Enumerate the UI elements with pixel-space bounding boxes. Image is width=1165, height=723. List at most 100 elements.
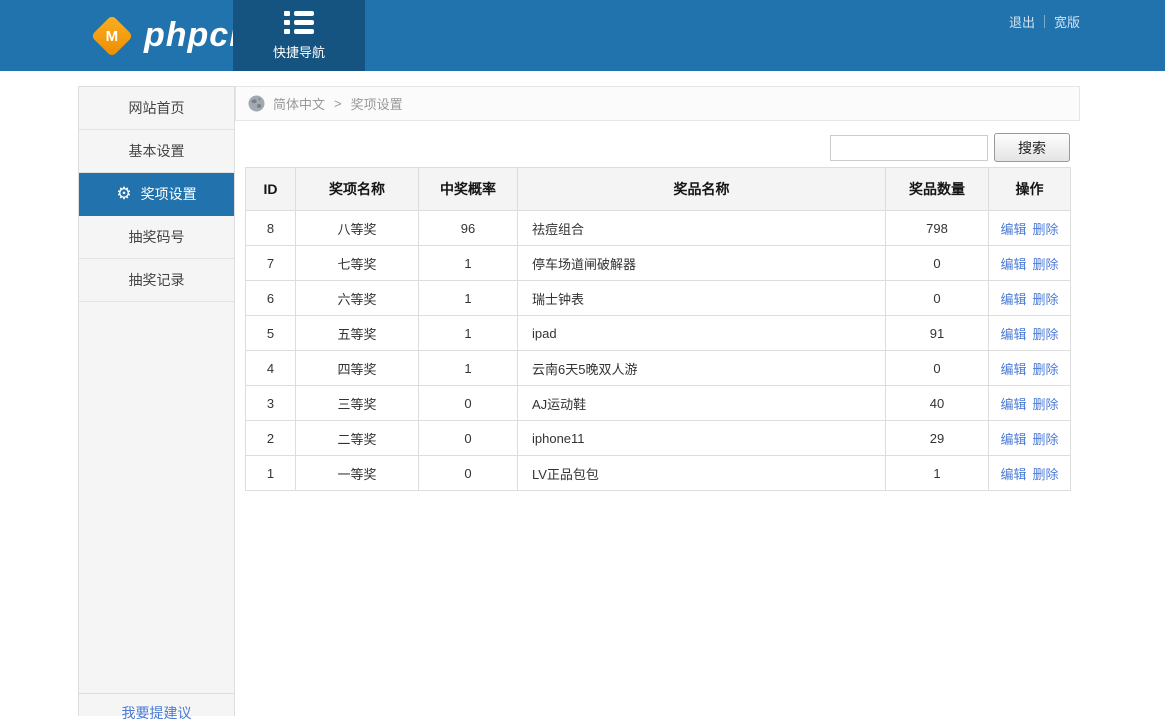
breadcrumb-page: 奖项设置 bbox=[351, 94, 403, 113]
sidebar-item-label: 抽奖码号 bbox=[129, 227, 185, 247]
cell-prize-name: 一等奖 bbox=[296, 456, 419, 491]
table-row: 8八等奖96祛痘组合798编辑删除 bbox=[246, 211, 1071, 246]
edit-link[interactable]: 编辑 bbox=[1000, 397, 1026, 412]
wide-version-link[interactable]: 宽版 bbox=[1054, 12, 1080, 31]
cell-id: 6 bbox=[246, 281, 296, 316]
cell-product-name: 云南6天5晚双人游 bbox=[518, 351, 886, 386]
cell-id: 7 bbox=[246, 246, 296, 281]
cell-quantity: 798 bbox=[886, 211, 989, 246]
cell-probability: 1 bbox=[419, 281, 518, 316]
cell-probability: 0 bbox=[419, 386, 518, 421]
search-button[interactable]: 搜索 bbox=[994, 133, 1070, 162]
logo-text: phpci bbox=[144, 16, 240, 55]
edit-link[interactable]: 编辑 bbox=[1000, 327, 1026, 342]
edit-link[interactable]: 编辑 bbox=[1000, 292, 1026, 307]
suggest-link[interactable]: 我要提建议 bbox=[79, 693, 234, 723]
cell-probability: 96 bbox=[419, 211, 518, 246]
delete-link[interactable]: 删除 bbox=[1033, 292, 1059, 307]
cell-product-name: ipad bbox=[518, 316, 886, 351]
cell-prize-name: 八等奖 bbox=[296, 211, 419, 246]
globe-icon bbox=[248, 95, 265, 112]
cell-probability: 1 bbox=[419, 351, 518, 386]
sidebar-item-label: 基本设置 bbox=[129, 141, 185, 161]
cell-prize-name: 六等奖 bbox=[296, 281, 419, 316]
cell-prize-name: 二等奖 bbox=[296, 421, 419, 456]
cell-prize-name: 七等奖 bbox=[296, 246, 419, 281]
edit-link[interactable]: 编辑 bbox=[1000, 467, 1026, 482]
sidebar-item-2[interactable]: 基本设置 bbox=[79, 130, 234, 173]
cell-probability: 0 bbox=[419, 456, 518, 491]
sidebar-item-4[interactable]: 抽奖码号 bbox=[79, 216, 234, 259]
column-header: 操作 bbox=[989, 168, 1071, 211]
table-row: 6六等奖1瑞士钟表0编辑删除 bbox=[246, 281, 1071, 316]
main-content: 简体中文 > 奖项设置 搜索 ID奖项名称中奖概率奖品名称奖品数量操作 8八等奖… bbox=[235, 86, 1080, 716]
cell-actions: 编辑删除 bbox=[989, 316, 1071, 351]
cell-actions: 编辑删除 bbox=[989, 351, 1071, 386]
cell-product-name: LV正品包包 bbox=[518, 456, 886, 491]
gear-icon: ⚙ bbox=[116, 186, 131, 203]
table-row: 1一等奖0LV正品包包1编辑删除 bbox=[246, 456, 1071, 491]
cell-product-name: 祛痘组合 bbox=[518, 211, 886, 246]
edit-link[interactable]: 编辑 bbox=[1000, 257, 1026, 272]
cell-probability: 1 bbox=[419, 316, 518, 351]
sidebar-menu: 网站首页基本设置 ⚙ 奖项设置抽奖码号抽奖记录 bbox=[79, 87, 234, 302]
cell-quantity: 0 bbox=[886, 246, 989, 281]
cell-quantity: 29 bbox=[886, 421, 989, 456]
cell-probability: 1 bbox=[419, 246, 518, 281]
cell-product-name: iphone11 bbox=[518, 421, 886, 456]
cell-id: 4 bbox=[246, 351, 296, 386]
topbar-links: 退出 宽版 bbox=[1009, 12, 1080, 31]
delete-link[interactable]: 删除 bbox=[1033, 327, 1059, 342]
top-header: M phpci 快捷导航 退出 宽版 bbox=[0, 0, 1165, 71]
cell-probability: 0 bbox=[419, 421, 518, 456]
table-header-row: ID奖项名称中奖概率奖品名称奖品数量操作 bbox=[246, 168, 1071, 211]
breadcrumb-separator: > bbox=[334, 96, 342, 111]
cell-id: 1 bbox=[246, 456, 296, 491]
edit-link[interactable]: 编辑 bbox=[1000, 362, 1026, 377]
delete-link[interactable]: 删除 bbox=[1033, 467, 1059, 482]
breadcrumb-lang[interactable]: 简体中文 bbox=[273, 94, 325, 113]
cell-product-name: 瑞士钟表 bbox=[518, 281, 886, 316]
sidebar-item-3[interactable]: ⚙ 奖项设置 bbox=[79, 173, 234, 216]
logout-link[interactable]: 退出 bbox=[1009, 12, 1035, 31]
cell-quantity: 40 bbox=[886, 386, 989, 421]
breadcrumb: 简体中文 > 奖项设置 bbox=[235, 86, 1080, 121]
cell-id: 5 bbox=[246, 316, 296, 351]
app-logo[interactable]: M phpci bbox=[92, 0, 240, 71]
sidebar: 网站首页基本设置⚙奖项设置抽奖码号抽奖记录 我要提建议 bbox=[78, 86, 235, 716]
cell-id: 3 bbox=[246, 386, 296, 421]
table-row: 3三等奖0AJ运动鞋40编辑删除 bbox=[246, 386, 1071, 421]
cell-actions: 编辑删除 bbox=[989, 421, 1071, 456]
table-row: 4四等奖1云南6天5晚双人游0编辑删除 bbox=[246, 351, 1071, 386]
table-row: 7七等奖1停车场道闸破解器0编辑删除 bbox=[246, 246, 1071, 281]
edit-link[interactable]: 编辑 bbox=[1000, 222, 1026, 237]
sidebar-item-1[interactable]: 网站首页 bbox=[79, 87, 234, 130]
cell-actions: 编辑删除 bbox=[989, 211, 1071, 246]
cell-quantity: 0 bbox=[886, 281, 989, 316]
delete-link[interactable]: 删除 bbox=[1033, 432, 1059, 447]
cell-quantity: 1 bbox=[886, 456, 989, 491]
sidebar-item-label: 奖项设置 bbox=[141, 184, 197, 204]
delete-link[interactable]: 删除 bbox=[1033, 257, 1059, 272]
cell-quantity: 91 bbox=[886, 316, 989, 351]
prize-table-body: 8八等奖96祛痘组合798编辑删除7七等奖1停车场道闸破解器0编辑删除6六等奖1… bbox=[246, 211, 1071, 491]
search-input[interactable] bbox=[830, 135, 988, 161]
cell-product-name: AJ运动鞋 bbox=[518, 386, 886, 421]
edit-link[interactable]: 编辑 bbox=[1000, 432, 1026, 447]
column-header: 奖项名称 bbox=[296, 168, 419, 211]
sidebar-item-label: 抽奖记录 bbox=[129, 270, 185, 290]
delete-link[interactable]: 删除 bbox=[1033, 397, 1059, 412]
delete-link[interactable]: 删除 bbox=[1033, 222, 1059, 237]
table-row: 2二等奖0iphone1129编辑删除 bbox=[246, 421, 1071, 456]
column-header: 中奖概率 bbox=[419, 168, 518, 211]
topbar-divider bbox=[1044, 15, 1045, 28]
delete-link[interactable]: 删除 bbox=[1033, 362, 1059, 377]
sidebar-item-5[interactable]: 抽奖记录 bbox=[79, 259, 234, 302]
quick-nav-button[interactable]: 快捷导航 bbox=[233, 0, 365, 71]
cell-actions: 编辑删除 bbox=[989, 386, 1071, 421]
logo-diamond-icon: M bbox=[91, 14, 133, 56]
cell-prize-name: 五等奖 bbox=[296, 316, 419, 351]
sidebar-item-label: 网站首页 bbox=[129, 98, 185, 118]
cell-id: 2 bbox=[246, 421, 296, 456]
cell-actions: 编辑删除 bbox=[989, 281, 1071, 316]
